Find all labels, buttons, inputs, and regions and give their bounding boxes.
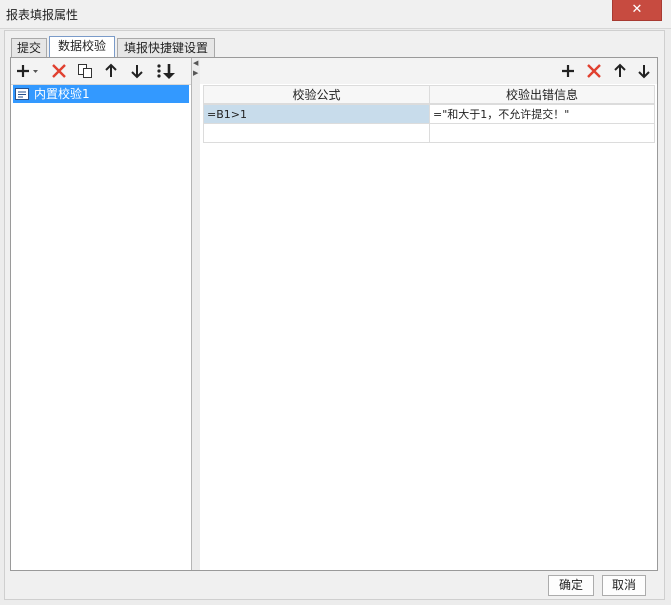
column-header-error-message: 校验出错信息 (429, 85, 655, 104)
add-rule-button[interactable] (558, 61, 578, 81)
formula-cell[interactable]: =B1>1 (203, 104, 430, 124)
move-down-icon (131, 65, 143, 79)
rule-toolbar (200, 58, 657, 84)
validation-rules-table: 校验公式 校验出错信息 =B1>1 ="和大于1，不允许提交！" (203, 85, 655, 145)
move-up-icon (105, 63, 117, 77)
move-rule-up-button[interactable] (610, 61, 630, 81)
validation-panel: 内置校验1 ◀ ▶ 校验公式 校验出错信息 =B1>1 ="和大于1，不允许提交… (10, 57, 658, 571)
validation-detail-pane: 校验公式 校验出错信息 =B1>1 ="和大于1，不允许提交！" (200, 58, 657, 570)
tab-data-validation[interactable]: 数据校验 (49, 36, 115, 58)
formula-cell[interactable] (203, 123, 430, 143)
close-button[interactable]: ✕ (612, 0, 662, 21)
delete-rule-button[interactable] (584, 61, 604, 81)
copy-icon (78, 64, 92, 78)
move-bottom-button[interactable] (155, 61, 179, 81)
collapse-left-icon[interactable]: ◀ (193, 60, 198, 67)
move-bottom-icon (157, 64, 175, 79)
cancel-button[interactable]: 取消 (602, 575, 646, 596)
add-button[interactable] (15, 61, 41, 81)
message-cell[interactable]: ="和大于1，不允许提交！" (429, 104, 655, 124)
list-toolbar (11, 58, 191, 85)
move-up-button[interactable] (101, 61, 121, 81)
move-down-icon (638, 65, 650, 79)
column-header-formula: 校验公式 (203, 85, 430, 104)
validation-item-icon (15, 88, 29, 100)
move-rule-down-button[interactable] (634, 61, 654, 81)
delete-button[interactable] (49, 61, 69, 81)
list-item[interactable]: 内置校验1 (13, 85, 189, 103)
tab-submit[interactable]: 提交 (11, 38, 47, 57)
add-icon (17, 65, 38, 77)
move-down-button[interactable] (127, 61, 147, 81)
validation-list-pane: 内置校验1 (11, 58, 192, 570)
window-title: 报表填报属性 (6, 8, 79, 22)
add-icon (562, 65, 574, 77)
move-up-icon (614, 63, 626, 77)
tab-shortcut-settings[interactable]: 填报快捷键设置 (117, 38, 215, 57)
expand-right-icon[interactable]: ▶ (193, 70, 198, 77)
dialog-body: 提交 数据校验 填报快捷键设置 内置校验1 ◀ ▶ 校验公式 校验出错信息 =B… (4, 30, 665, 600)
list-item-label: 内置校验1 (34, 87, 90, 101)
ok-button[interactable]: 确定 (548, 575, 594, 596)
copy-button[interactable] (75, 61, 95, 81)
delete-icon (587, 64, 601, 78)
delete-icon (52, 64, 66, 78)
message-cell[interactable] (429, 123, 655, 143)
title-bar: 报表填报属性 ✕ (0, 0, 671, 29)
close-icon: ✕ (631, 2, 643, 17)
pane-splitter[interactable]: ◀ ▶ (192, 58, 200, 570)
